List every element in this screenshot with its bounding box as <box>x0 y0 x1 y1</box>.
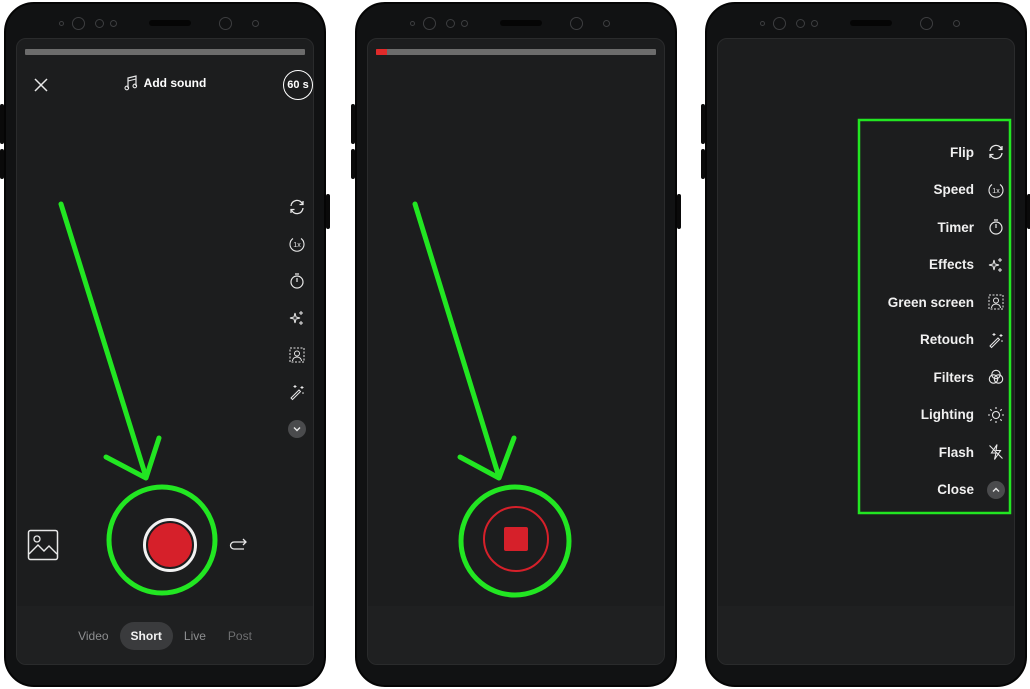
lighting-sun-icon <box>986 405 1006 425</box>
volume-button <box>0 149 4 179</box>
svg-text:1x: 1x <box>293 242 301 249</box>
progress-fill <box>376 49 388 55</box>
green-screen-icon <box>986 292 1006 312</box>
volume-button <box>701 104 705 144</box>
phone-recording <box>351 2 681 687</box>
volume-button <box>0 104 4 144</box>
front-sensors <box>6 16 324 32</box>
green-screen-icon[interactable] <box>287 345 307 365</box>
mode-video[interactable]: Video <box>67 622 119 650</box>
record-dot <box>148 523 192 567</box>
mode-selector: Video Short Live Post <box>17 621 313 651</box>
speed-1x-icon[interactable]: 1x <box>287 234 307 254</box>
gallery-image-icon[interactable] <box>27 529 59 561</box>
retouch-wand-icon[interactable] <box>287 382 307 402</box>
add-sound-button[interactable]: Add sound <box>17 75 313 91</box>
flip-camera-arrow-icon[interactable] <box>229 535 249 555</box>
flip-camera-icon[interactable] <box>287 197 307 217</box>
menu-item-lighting[interactable]: Lighting <box>866 404 1006 426</box>
filters-icon <box>986 367 1006 387</box>
mode-post[interactable]: Post <box>217 622 263 650</box>
chevron-down-icon <box>288 420 306 438</box>
camera-screen: Add sound 60 s 1x Video Short Live Post <box>16 38 314 665</box>
retouch-wand-icon <box>986 330 1006 350</box>
flash-off-icon <box>986 442 1006 462</box>
duration-button[interactable]: 60 s <box>283 70 313 100</box>
menu-item-filters[interactable]: Filters <box>866 366 1006 388</box>
add-sound-label: Add sound <box>143 76 207 90</box>
phone-tools-expanded: Flip Speed 1x Timer Effects Green screen… <box>701 2 1030 687</box>
recording-progress-bar <box>376 49 656 55</box>
menu-item-timer[interactable]: Timer <box>866 216 1006 238</box>
flip-camera-icon <box>986 142 1006 162</box>
power-button <box>326 194 330 229</box>
top-bar: Add sound 60 s <box>17 67 313 101</box>
menu-item-flash[interactable]: Flash <box>866 441 1006 463</box>
power-button <box>677 194 681 229</box>
mode-short[interactable]: Short <box>119 622 173 650</box>
tools-screen: Flip Speed 1x Timer Effects Green screen… <box>717 38 1015 665</box>
front-sensors <box>357 16 675 32</box>
menu-item-close[interactable]: Close <box>866 479 1006 501</box>
timer-icon <box>986 217 1006 237</box>
phone-camera-ready: Add sound 60 s 1x Video Short Live Post <box>0 2 330 687</box>
menu-item-speed[interactable]: Speed 1x <box>866 179 1006 201</box>
effects-sparkle-icon[interactable] <box>287 308 307 328</box>
menu-item-retouch[interactable]: Retouch <box>866 329 1006 351</box>
record-button[interactable] <box>143 518 197 572</box>
effects-sparkle-icon <box>986 255 1006 275</box>
recording-screen <box>367 38 665 665</box>
more-tools-button[interactable] <box>287 419 307 439</box>
menu-item-effects[interactable]: Effects <box>866 254 1006 276</box>
volume-button <box>351 149 355 179</box>
volume-button <box>351 104 355 144</box>
chevron-up-icon <box>987 480 1005 499</box>
stop-recording-button[interactable] <box>483 506 549 572</box>
mode-live[interactable]: Live <box>173 622 217 650</box>
music-note-icon <box>124 75 138 91</box>
svg-text:1x: 1x <box>992 188 1000 195</box>
stop-icon <box>504 527 528 551</box>
recording-progress-bar <box>25 49 305 55</box>
timer-icon[interactable] <box>287 271 307 291</box>
speed-1x-icon: 1x <box>986 180 1006 200</box>
front-sensors <box>707 16 1025 32</box>
volume-button <box>701 149 705 179</box>
menu-item-flip[interactable]: Flip <box>866 141 1006 163</box>
menu-item-green-screen[interactable]: Green screen <box>866 291 1006 313</box>
